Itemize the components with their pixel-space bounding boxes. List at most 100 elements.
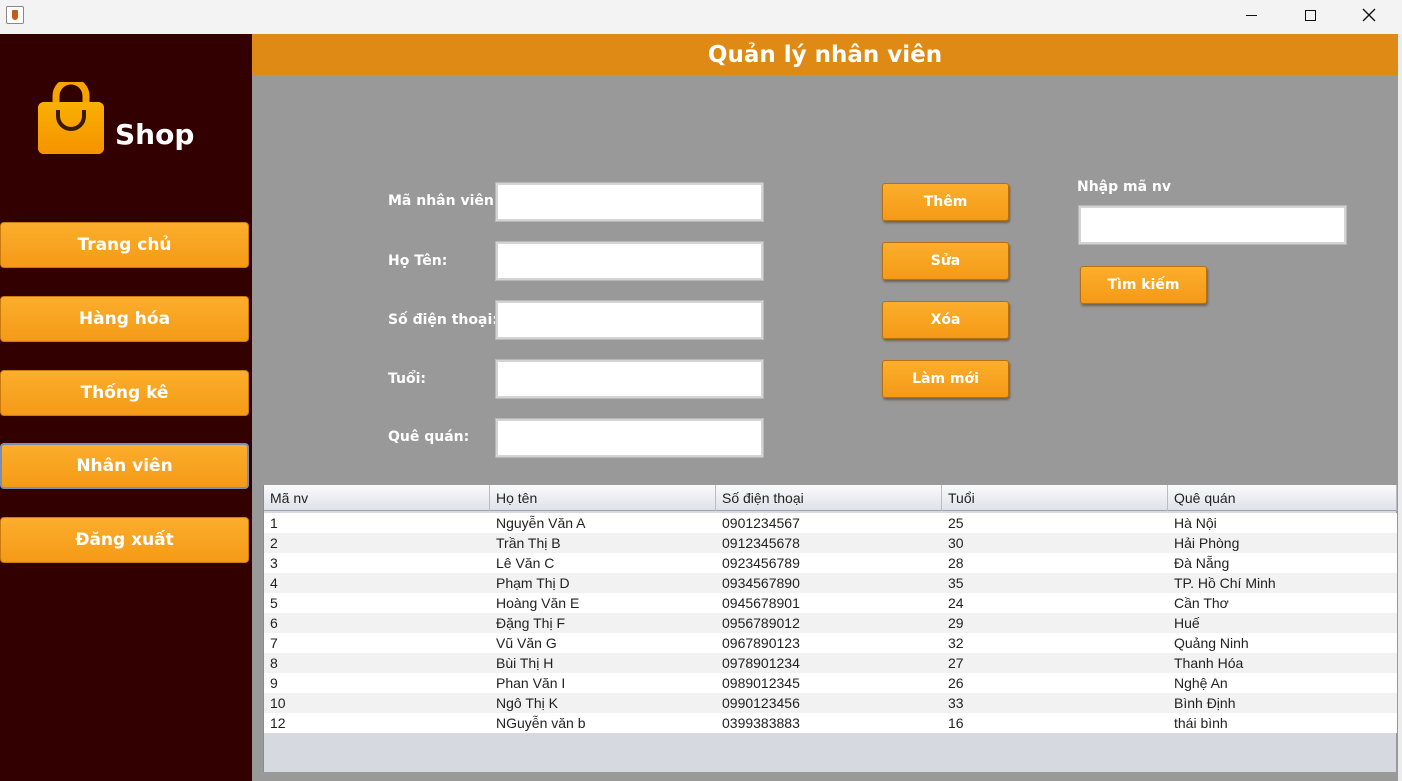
- cell-que-quan: Đà Nẵng: [1174, 555, 1230, 571]
- page-title: Quản lý nhân viên: [707, 41, 943, 68]
- table-row[interactable]: 7 Vũ Văn G 0967890123 32 Quảng Ninh: [264, 633, 1397, 653]
- table-body: 1 Nguyễn Văn A 0901234567 25 Hà Nội 2 Trần Th…: [264, 513, 1397, 733]
- ho-ten-input[interactable]: [495, 241, 764, 281]
- cell-ma: 4: [270, 575, 278, 591]
- column-header[interactable]: Họ tên: [490, 485, 716, 511]
- logo-text: Shop: [115, 118, 195, 151]
- sidebar: Shop Trang chủ Hàng hóa Thống kê Nhân vi…: [0, 34, 252, 781]
- cell-ma: 12: [270, 715, 286, 731]
- cell-ho-ten: Phan Văn I: [496, 675, 566, 691]
- cell-ho-ten: Đặng Thị F: [496, 615, 565, 631]
- table-row[interactable]: 6 Đặng Thị F 0956789012 29 Huế: [264, 613, 1397, 633]
- table-row[interactable]: 3 Lê Văn C 0923456789 28 Đà Nẵng: [264, 553, 1397, 573]
- employee-table: Mã nv Họ tên Số điện thoại Tuổi Quê quán…: [263, 485, 1397, 772]
- cell-que-quan: Hải Phòng: [1174, 535, 1240, 551]
- cell-tuoi: 32: [948, 635, 964, 651]
- cell-sdt: 0989012345: [722, 675, 800, 691]
- cell-ho-ten: Trần Thị B: [496, 535, 561, 551]
- cell-tuoi: 16: [948, 715, 964, 731]
- cell-que-quan: Thanh Hóa: [1174, 655, 1244, 671]
- que-quan-label: Quê quán:: [388, 429, 470, 445]
- shopping-bag-icon: [38, 82, 104, 154]
- cell-ma: 2: [270, 535, 278, 551]
- right-border: [1398, 34, 1402, 781]
- nav-dang-xuat-button[interactable]: Đăng xuất: [0, 517, 249, 563]
- table-row[interactable]: 2 Trần Thị B 0912345678 30 Hải Phòng: [264, 533, 1397, 553]
- them-button[interactable]: Thêm: [882, 183, 1009, 221]
- table-row[interactable]: 9 Phan Văn I 0989012345 26 Nghệ An: [264, 673, 1397, 693]
- table-header: Mã nv Họ tên Số điện thoại Tuổi Quê quán: [264, 485, 1397, 511]
- table-row[interactable]: 8 Bùi Thị H 0978901234 27 Thanh Hóa: [264, 653, 1397, 673]
- cell-ma: 1: [270, 515, 278, 531]
- cell-sdt: 0934567890: [722, 575, 800, 591]
- ma-nhan-vien-label: Mã nhân viên:: [388, 193, 500, 209]
- maximize-button[interactable]: [1281, 0, 1339, 30]
- cell-sdt: 0912345678: [722, 535, 800, 551]
- cell-ho-ten: Vũ Văn G: [496, 635, 557, 651]
- cell-sdt: 0967890123: [722, 635, 800, 651]
- cell-tuoi: 30: [948, 535, 964, 551]
- cell-ma: 3: [270, 555, 278, 571]
- cell-ho-ten: Ngô Thị K: [496, 695, 558, 711]
- cell-ma: 5: [270, 595, 278, 611]
- cell-sdt: 0901234567: [722, 515, 800, 531]
- cell-sdt: 0945678901: [722, 595, 800, 611]
- cell-que-quan: Nghệ An: [1174, 675, 1228, 691]
- table-row[interactable]: 12 NGuyễn văn b 0399383883 16 thái bình: [264, 713, 1397, 733]
- cell-ma: 8: [270, 655, 278, 671]
- cell-ma: 6: [270, 615, 278, 631]
- cell-sdt: 0978901234: [722, 655, 800, 671]
- cell-que-quan: Bình Định: [1174, 695, 1236, 711]
- so-dien-thoai-input[interactable]: [495, 300, 764, 340]
- so-dien-thoai-label: Số điện thoại:: [388, 312, 498, 328]
- nav-nhan-vien-button[interactable]: Nhân viên: [0, 443, 249, 489]
- cell-tuoi: 28: [948, 555, 964, 571]
- table-row[interactable]: 1 Nguyễn Văn A 0901234567 25 Hà Nội: [264, 513, 1397, 533]
- cell-tuoi: 27: [948, 655, 964, 671]
- search-label: Nhập mã nv: [1077, 179, 1172, 195]
- sua-button[interactable]: Sửa: [882, 242, 1009, 280]
- cell-sdt: 0923456789: [722, 555, 800, 571]
- cell-que-quan: Cần Thơ: [1174, 595, 1229, 611]
- column-header[interactable]: Mã nv: [264, 485, 490, 511]
- cell-tuoi: 33: [948, 695, 964, 711]
- que-quan-input[interactable]: [495, 418, 764, 458]
- cell-que-quan: thái bình: [1174, 715, 1228, 731]
- cell-ho-ten: Phạm Thị D: [496, 575, 570, 591]
- cell-que-quan: Quảng Ninh: [1174, 635, 1249, 651]
- cell-sdt: 0990123456: [722, 695, 800, 711]
- cell-que-quan: TP. Hồ Chí Minh: [1174, 575, 1276, 591]
- form-panel: Mã nhân viên: Họ Tên: Số điện thoại: Tuổ…: [252, 75, 1398, 485]
- lam-moi-button[interactable]: Làm mới: [882, 360, 1009, 398]
- nav-trang-chu-button[interactable]: Trang chủ: [0, 222, 249, 268]
- nav-thong-ke-button[interactable]: Thống kê: [0, 370, 249, 416]
- search-input[interactable]: [1078, 205, 1347, 245]
- cell-ho-ten: Nguyễn Văn A: [496, 515, 586, 531]
- cell-ho-ten: NGuyễn văn b: [496, 715, 586, 731]
- tuoi-input[interactable]: [495, 359, 764, 399]
- cell-ma: 9: [270, 675, 278, 691]
- cell-ma: 10: [270, 695, 286, 711]
- nav-hang-hoa-button[interactable]: Hàng hóa: [0, 296, 249, 342]
- cell-sdt: 0956789012: [722, 615, 800, 631]
- xoa-button[interactable]: Xóa: [882, 301, 1009, 339]
- table-row[interactable]: 5 Hoàng Văn E 0945678901 24 Cần Thơ: [264, 593, 1397, 613]
- cell-tuoi: 29: [948, 615, 964, 631]
- cell-tuoi: 26: [948, 675, 964, 691]
- minimize-button[interactable]: [1222, 0, 1280, 30]
- table-row[interactable]: 10 Ngô Thị K 0990123456 33 Bình Định: [264, 693, 1397, 713]
- column-header[interactable]: Số điện thoại: [716, 485, 942, 511]
- column-header[interactable]: Tuổi: [942, 485, 1168, 511]
- page-header: Quản lý nhân viên: [252, 34, 1398, 75]
- table-row[interactable]: 4 Phạm Thị D 0934567890 35 TP. Hồ Chí Minh: [264, 573, 1397, 593]
- tuoi-label: Tuổi:: [388, 371, 426, 387]
- employee-table-panel: Mã nv Họ tên Số điện thoại Tuổi Quê quán…: [252, 485, 1398, 781]
- column-header[interactable]: Quê quán: [1168, 485, 1397, 511]
- search-button[interactable]: Tìm kiếm: [1080, 266, 1207, 304]
- close-button[interactable]: [1340, 0, 1398, 30]
- cell-que-quan: Huế: [1174, 615, 1200, 631]
- ma-nhan-vien-input[interactable]: [495, 182, 764, 222]
- cell-tuoi: 25: [948, 515, 964, 531]
- cell-tuoi: 24: [948, 595, 964, 611]
- cell-ho-ten: Lê Văn C: [496, 555, 555, 571]
